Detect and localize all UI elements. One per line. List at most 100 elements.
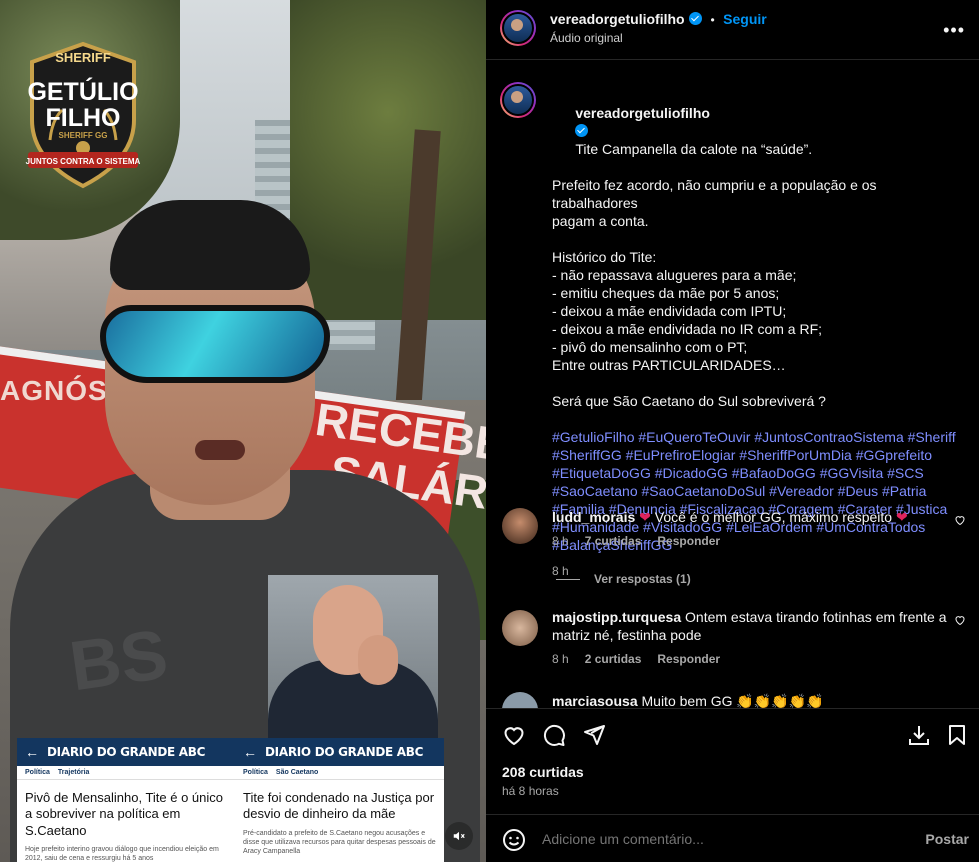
caption-line: - deixou a mãe endividada com IPTU;: [552, 303, 787, 319]
reply-button[interactable]: Responder: [657, 532, 720, 550]
follow-button[interactable]: Seguir: [723, 11, 767, 27]
news-header: ← DIARIO DO GRANDE ABC: [17, 738, 235, 766]
separator: •: [710, 13, 715, 27]
like-comment-icon[interactable]: [954, 614, 966, 626]
news-lead: Hoje prefeito interino gravou diálogo qu…: [25, 845, 219, 862]
news-breadcrumb: Política Trajetória: [17, 766, 235, 780]
news-headline: Pivô de Mensalinho, Tite é o único a sob…: [25, 790, 224, 838]
caption-line: - não repassava alugueres para a mãe;: [552, 267, 797, 283]
news-card-left: ← DIARIO DO GRANDE ABC Política Trajetór…: [17, 738, 235, 862]
add-comment-row: Postar: [486, 814, 979, 862]
more-options-icon[interactable]: •••: [943, 20, 965, 41]
reply-button[interactable]: Responder: [657, 650, 720, 668]
caption-line: Histórico do Tite:: [552, 249, 657, 265]
like-comment-icon[interactable]: [954, 514, 966, 526]
commenter-avatar[interactable]: [502, 610, 538, 646]
caption-avatar[interactable]: [500, 82, 536, 118]
comment-likes[interactable]: 2 curtidas: [585, 650, 642, 668]
news-brand: DIARIO DO GRANDE ABC: [265, 745, 424, 759]
like-heart-icon[interactable]: [502, 723, 526, 747]
comment-time: 8 h: [552, 534, 569, 548]
news-breadcrumb: Política São Caetano: [235, 766, 444, 780]
heart-emoji-icon: ❤: [639, 509, 651, 525]
inset-person: [268, 575, 438, 745]
share-send-icon[interactable]: [582, 723, 606, 747]
header-line: vereadorgetuliofilho • Seguir: [550, 11, 767, 29]
comment: marciasousa Muito bem GG 👏👏👏👏👏: [502, 692, 972, 708]
inset-person-hand: [358, 635, 398, 685]
comment-time: 8 h: [552, 652, 569, 666]
caption-username[interactable]: vereadorgetuliofilho: [575, 105, 710, 121]
comment-bubble-icon[interactable]: [542, 723, 566, 747]
commenter-avatar[interactable]: [502, 508, 538, 544]
shirt-print: BS: [65, 614, 173, 706]
comment-username[interactable]: ludd_morais: [552, 509, 635, 525]
bookmark-icon[interactable]: [945, 723, 969, 747]
caption-line: Entre outras PARTICULARIDADES…: [552, 357, 786, 373]
comment-text: Você é o melhor GG, máximo respeito: [654, 509, 893, 525]
logo-sub: SHERIFF GG: [59, 131, 108, 140]
caption-line: - pivô do mensalinho com o PT;: [552, 339, 748, 355]
comment-body: majostipp.turquesa Ontem estava tirando …: [552, 608, 952, 668]
logo-name-1: GETÚLIO: [27, 76, 138, 106]
emoji-icon[interactable]: [502, 828, 526, 852]
person-mouth: [195, 440, 245, 460]
comment-likes[interactable]: 7 curtidas: [585, 532, 642, 550]
commenter-avatar[interactable]: [502, 692, 538, 708]
caption-line: - deixou a mãe endividada no IR com a RF…: [552, 321, 823, 337]
post-time: há 8 horas: [502, 784, 559, 798]
news-headline: Tite foi condenado na Justiça por desvio…: [243, 790, 435, 822]
comment-input[interactable]: [542, 831, 902, 847]
comment-username[interactable]: majostipp.turquesa: [552, 609, 681, 625]
header-username[interactable]: vereadorgetuliofilho: [550, 11, 685, 27]
verified-badge-icon: [689, 12, 703, 25]
post-button[interactable]: Postar: [925, 831, 969, 847]
comment-username[interactable]: marciasousa: [552, 693, 638, 708]
download-icon[interactable]: [907, 723, 931, 747]
news-brand: DIARIO DO GRANDE ABC: [47, 745, 206, 759]
comment-body: ludd_morais ❤ Você é o melhor GG, máximo…: [552, 508, 952, 550]
caption-line: Prefeito fez acordo, não cumpriu e a pop…: [552, 177, 881, 211]
news-card-right: ← DIARIO DO GRANDE ABC Política São Caet…: [235, 738, 444, 862]
caption-line: Será que São Caetano do Sul sobreviverá …: [552, 393, 826, 409]
back-arrow-icon: ←: [243, 744, 257, 760]
comment-text: Muito bem GG 👏👏👏👏👏: [641, 693, 824, 708]
heart-emoji-icon: ❤: [895, 509, 908, 525]
view-replies-label[interactable]: Ver respostas (1): [594, 572, 691, 586]
post-header: vereadorgetuliofilho • Seguir Áudio orig…: [486, 0, 979, 60]
caption-line: pagam a conta.: [552, 213, 649, 229]
replies-divider: [556, 578, 580, 580]
verified-badge-icon: [575, 124, 589, 137]
avatar[interactable]: [500, 10, 536, 46]
original-audio-link[interactable]: Áudio original: [550, 31, 623, 45]
logo-name-2: FILHO: [46, 104, 121, 132]
news-crumb: São Caetano: [275, 769, 319, 776]
news-crumb: Trajetória: [57, 769, 90, 776]
news-lead: Pré-candidato a prefeito de S.Caetano ne…: [243, 829, 436, 855]
likes-count[interactable]: 208 curtidas: [502, 764, 584, 780]
back-arrow-icon: ←: [25, 744, 39, 760]
logo-tag: JUNTOS CONTRA O SISTEMA: [26, 157, 141, 166]
caption-line: Tite Campanella da calote na “saúde”.: [575, 141, 813, 157]
view-replies[interactable]: Ver respostas (1): [556, 572, 691, 586]
logo-top-text: SHERIFF: [55, 50, 111, 65]
caption-line: - emitiu cheques da mãe por 5 anos;: [552, 285, 780, 301]
comment-meta: 8 h 2 curtidas Responder: [552, 650, 952, 668]
news-crumb: Política: [25, 769, 50, 776]
sheriff-logo: SHERIFF GETÚLIO FILHO SHERIFF GG JUNTOS …: [26, 41, 141, 189]
speaker-muted-icon: [453, 831, 465, 841]
news-crumb: Política: [243, 769, 268, 776]
video-player[interactable]: AGNÓSTICO RECEBE SALÁR BS SHERIFF GETÚLI…: [0, 0, 486, 862]
post-actions: 208 curtidas há 8 horas Postar: [486, 708, 979, 858]
caption: vereadorgetuliofilho Tite Campanella da …: [552, 86, 962, 580]
sunglasses: [100, 305, 330, 383]
tree: [290, 0, 486, 320]
comment-meta: 8 h 7 curtidas Responder: [552, 532, 952, 550]
comment-body: marciasousa Muito bem GG 👏👏👏👏👏: [552, 692, 952, 708]
news-header: ← DIARIO DO GRANDE ABC: [235, 738, 444, 766]
post-sidebar: vereadorgetuliofilho • Seguir Áudio orig…: [486, 0, 979, 862]
mute-button[interactable]: [445, 822, 473, 850]
